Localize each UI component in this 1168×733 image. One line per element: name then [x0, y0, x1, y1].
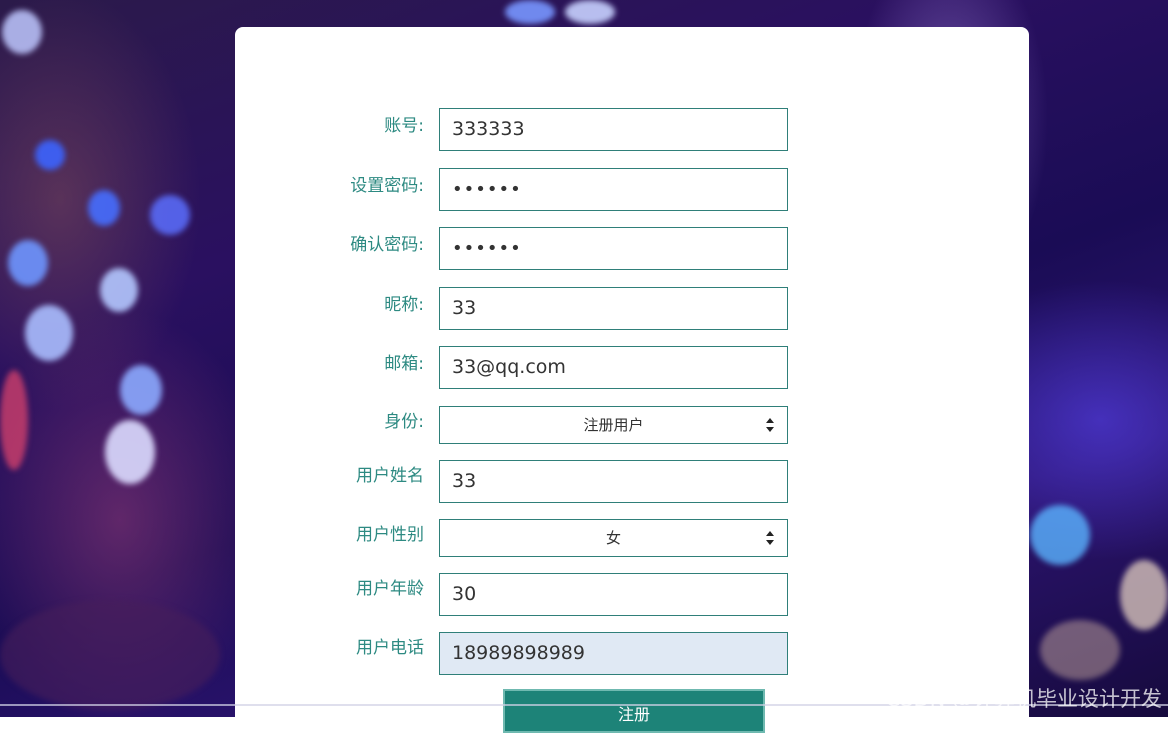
role-select[interactable]: 注册用户	[439, 406, 788, 444]
select-arrows-icon	[766, 418, 774, 432]
bokeh-light	[2, 10, 42, 54]
email-input[interactable]: 33@qq.com	[439, 346, 788, 389]
bokeh-light	[1040, 620, 1120, 680]
account-input[interactable]: 333333	[439, 108, 788, 151]
confirm-password-input[interactable]: ••••••	[439, 227, 788, 270]
role-select-value: 注册用户	[583, 416, 644, 434]
email-label: 邮箱:	[384, 354, 424, 374]
bokeh-light	[100, 268, 138, 312]
bokeh-light	[25, 305, 73, 361]
nickname-label: 昵称:	[384, 295, 424, 315]
register-button[interactable]: 注册	[503, 689, 765, 733]
bokeh-light	[150, 195, 190, 235]
nickname-input[interactable]: 33	[439, 287, 788, 330]
bokeh-light	[35, 140, 65, 170]
phone-input[interactable]: 18989898989	[439, 632, 788, 675]
gender-label: 用户性别	[356, 525, 424, 545]
gender-select[interactable]: 女	[439, 519, 788, 557]
watermark-text: CSDN @计算机毕业设计开发	[885, 687, 1162, 711]
password-input[interactable]: ••••••	[439, 168, 788, 211]
bokeh-light	[565, 0, 615, 24]
select-arrows-icon	[766, 531, 774, 545]
bokeh-light	[505, 0, 555, 24]
bokeh-light	[105, 420, 155, 484]
user-name-label: 用户姓名	[356, 466, 424, 486]
role-label: 身份:	[384, 412, 424, 432]
account-label: 账号:	[384, 116, 424, 136]
bokeh-light	[120, 365, 162, 415]
age-input[interactable]: 30	[439, 573, 788, 616]
gender-select-value: 女	[605, 529, 621, 547]
bokeh-light	[0, 370, 28, 470]
bokeh-light	[8, 240, 48, 286]
phone-label: 用户电话	[356, 638, 424, 658]
register-form-card: 账号: 333333 设置密码: •••••• 确认密码: •••••• 昵称:…	[235, 27, 1029, 733]
password-label: 设置密码:	[350, 176, 424, 196]
age-label: 用户年龄	[356, 579, 424, 599]
bokeh-light	[0, 600, 220, 710]
bokeh-light	[1120, 560, 1168, 630]
bokeh-light	[88, 190, 120, 226]
confirm-password-label: 确认密码:	[350, 235, 424, 255]
user-name-input[interactable]: 33	[439, 460, 788, 503]
bokeh-light	[1030, 505, 1090, 565]
